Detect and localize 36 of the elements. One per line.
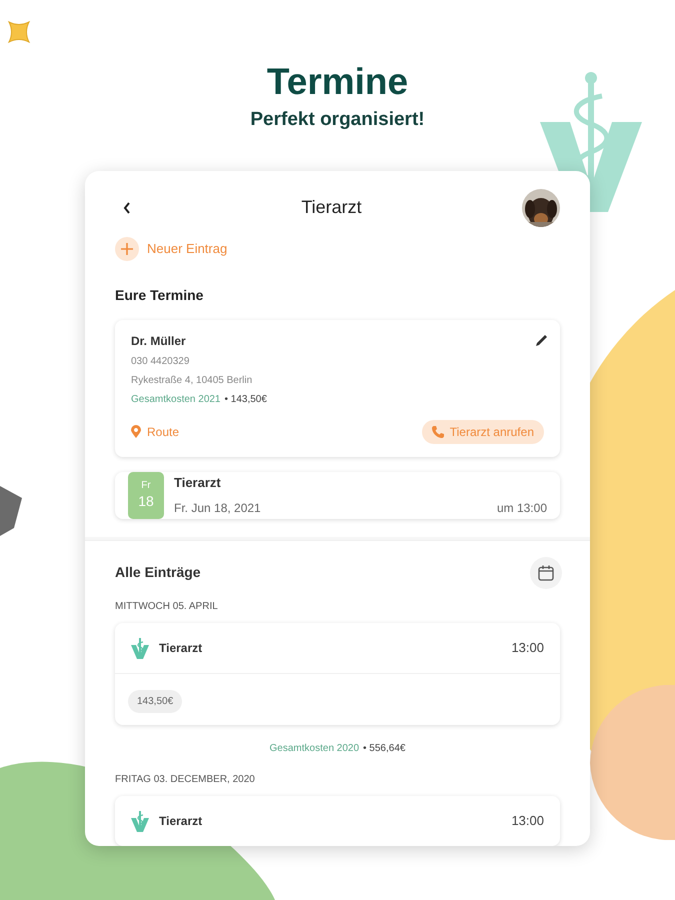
- entry-card[interactable]: Tierarzt 13:00: [115, 796, 560, 846]
- date-heading: MITTWOCH 05. APRIL: [115, 600, 219, 614]
- section-title: Alle Einträge: [115, 563, 201, 582]
- date-heading: FRITAG 03. DECEMBER, 2020: [115, 772, 256, 786]
- page-subtitle: Perfekt organisiert!: [250, 108, 425, 132]
- appointment-title: Tierarzt: [174, 474, 222, 492]
- page-title: Termine: [266, 60, 408, 104]
- address: Rykestraße 4, 10405 Berlin: [131, 374, 254, 388]
- costs-value: • 143,50€: [224, 392, 267, 406]
- date-badge: Fr 18: [128, 472, 164, 518]
- caduceus-icon: [131, 810, 149, 832]
- caduceus-icon: [131, 636, 149, 658]
- plus-icon: [115, 236, 139, 260]
- vet-name: Dr. Müller: [131, 332, 186, 350]
- edit-icon[interactable]: [535, 334, 548, 346]
- screen-title: Tierarzt: [301, 196, 362, 219]
- costs-label: Gesamtkosten 2021: [131, 392, 220, 406]
- entry-time: 13:00: [511, 638, 544, 657]
- appointment-card[interactable]: Fr 18 Tierarzt Fr. Jun 18, 2021 um 13:00: [115, 472, 560, 518]
- appointment-date: Fr. Jun 18, 2021: [174, 500, 261, 517]
- back-icon[interactable]: [123, 202, 131, 214]
- phone-icon: [432, 426, 444, 438]
- price-tag: 143,50€: [128, 690, 182, 712]
- entry-card[interactable]: Tierarzt 13:00 143,50€: [115, 622, 560, 724]
- calendar-icon: [538, 564, 554, 580]
- appointment-time: um 13:00: [496, 500, 547, 517]
- section-title: Eure Termine: [115, 286, 204, 304]
- star-icon: [7, 20, 31, 44]
- phone-number: 030 4420329: [131, 354, 190, 368]
- costs-label: Gesamtkosten 2020: [270, 742, 360, 756]
- entry-title: Tierarzt: [159, 812, 204, 830]
- entry-time: 13:00: [511, 812, 544, 830]
- calendar-button[interactable]: [530, 556, 562, 588]
- entry-title: Tierarzt: [159, 640, 204, 656]
- pin-icon: [131, 425, 141, 438]
- costs-value: • 556,64€: [363, 742, 406, 756]
